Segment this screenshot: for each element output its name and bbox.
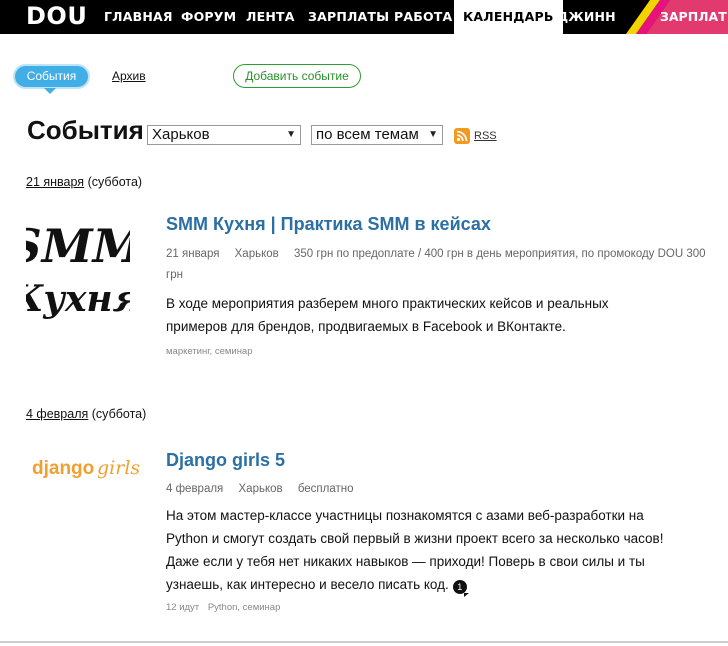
top-nav: DOU ГЛАВНАЯ ФОРУМ ЛЕНТА ЗАРПЛАТЫ РАБОТА … [0,0,728,34]
nav-promo-salaries[interactable]: ЗАРПЛАТ [620,0,728,34]
logo-part-1: django [32,458,94,479]
nav-promo-label: ЗАРПЛАТ [660,9,727,24]
date-link[interactable]: 4 февраля [26,407,88,421]
rss-link[interactable]: RSS [474,130,497,142]
topic-select[interactable]: по всем темам ▼ [311,125,443,145]
city-select[interactable]: Харьков ▼ [147,125,301,145]
event-image-smm-kuhnya[interactable]: SMM Кухня [8,208,145,338]
event-attendees: 12 идут [166,602,200,613]
rss-icon[interactable] [454,128,470,144]
event-tags-link[interactable]: Python, семинар [208,602,281,613]
city-select-value: Харьков [152,126,210,143]
event-meta: 4 февраля Харьков бесплатно [166,479,706,500]
event-tags-link[interactable]: маркетинг, семинар [166,346,253,357]
event-tags: маркетинг, семинар [166,346,253,357]
page-divider [0,641,728,643]
nav-item-jobs[interactable]: РАБОТА [394,0,452,34]
django-girls-logo: django girls [32,457,140,479]
event-date: 21 января [166,248,220,260]
event-description: В ходе мероприятия разберем много практи… [166,296,609,334]
event-tags: 12 идут Python, семинар [166,602,280,613]
tab-events[interactable]: События [13,64,90,89]
event-title[interactable]: SMM Кухня | Практика SMM в кейсах [166,214,491,235]
topic-select-value: по всем темам [316,126,419,143]
nav-item-feed[interactable]: ЛЕНТА [246,0,295,34]
logo-line-1: SMM [26,219,130,273]
nav-item-main[interactable]: ГЛАВНАЯ [104,0,173,34]
date-link[interactable]: 21 января [26,175,84,189]
nav-item-calendar[interactable]: КАЛЕНДАРЬ [454,0,563,34]
event-description-text: На этом мастер-классе участницы познаком… [166,508,664,592]
event-title[interactable]: Django girls 5 [166,450,285,471]
logo-line-2: Кухня [26,278,130,320]
date-header: 4 февраля (суббота) [26,407,146,421]
date-header: 21 января (суббота) [26,175,142,189]
event-city: Харьков [238,483,283,495]
nav-item-djinni[interactable]: ДЖИНН [557,0,616,34]
dropdown-arrow-icon: ▼ [428,129,438,140]
add-event-button[interactable]: Добавить событие [233,64,361,88]
active-tab-pointer [44,88,56,94]
event-date: 4 февраля [166,483,224,495]
weekday-label: (суббота) [87,175,143,189]
dropdown-arrow-icon: ▼ [286,129,296,140]
logo-part-2: girls [97,457,140,479]
event-image-django-girls[interactable]: django girls [30,450,142,490]
dou-logo[interactable]: DOU [26,2,87,30]
weekday-label: (суббота) [91,407,147,421]
page-title: События [27,115,144,145]
event-description: На этом мастер-классе участницы познаком… [166,504,666,597]
smm-kuhnya-logo: SMM Кухня [8,219,145,320]
event-meta: 21 января Харьков 350 грн по предоплате … [166,244,706,286]
event-price: бесплатно [297,483,354,495]
nav-item-salaries[interactable]: ЗАРПЛАТЫ [308,0,389,34]
tab-archive[interactable]: Архив [112,69,146,83]
event-city: Харьков [234,248,279,260]
nav-item-forum[interactable]: ФОРУМ [181,0,236,34]
comment-count-badge[interactable]: 1 [452,580,469,597]
